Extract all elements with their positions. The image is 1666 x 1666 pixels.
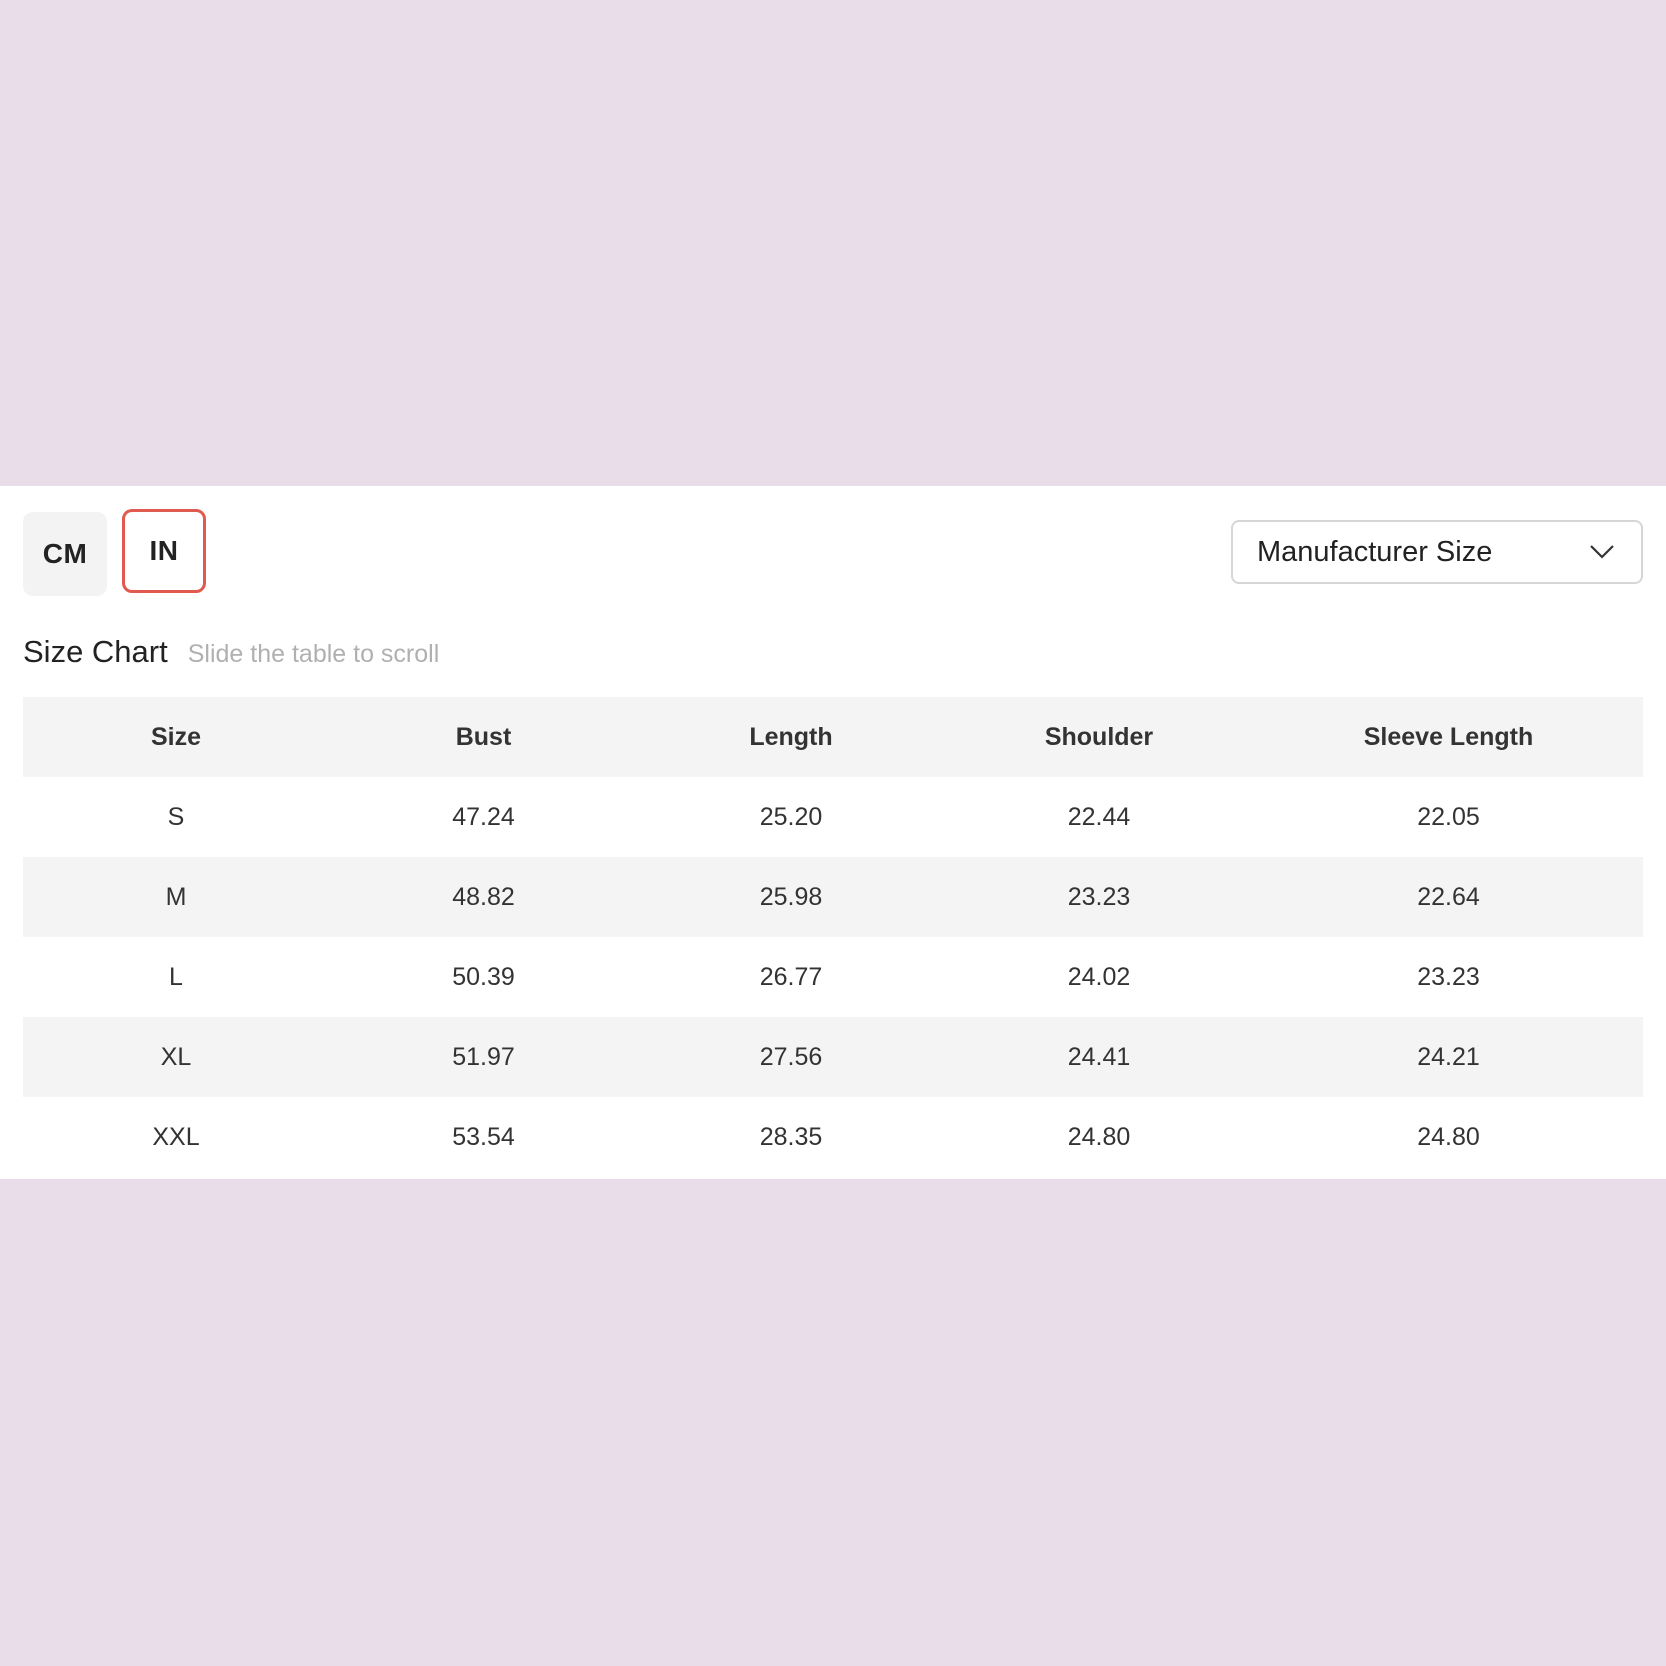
header-length: Length — [638, 697, 944, 777]
size-chart-heading: Size Chart Slide the table to scroll — [23, 634, 439, 670]
scroll-hint: Slide the table to scroll — [187, 640, 440, 668]
table-cell: 51.97 — [329, 1017, 638, 1097]
size-chart-table: Size Bust Length Shoulder Sleeve Length … — [23, 697, 1643, 1177]
table-row: S 47.24 25.20 22.44 22.05 — [23, 777, 1643, 857]
table-cell: 25.20 — [759, 802, 823, 831]
table-cell: 23.23 — [1417, 962, 1480, 991]
table-cell: 23.23 — [944, 857, 1254, 937]
table-cell: 22.44 — [1067, 802, 1131, 831]
table-cell: 24.02 — [1067, 962, 1131, 991]
table-header-row: Size Bust Length Shoulder Sleeve Length — [23, 697, 1643, 777]
table-cell: 25.98 — [638, 857, 944, 937]
header-sleeve-length: Sleeve Length — [1254, 697, 1643, 777]
header-size: Size — [23, 697, 329, 777]
table-cell: 28.35 — [759, 1122, 823, 1151]
table-cell: 24.21 — [1254, 1017, 1643, 1097]
table-cell: XL — [23, 1017, 329, 1097]
table-cell: S — [167, 802, 185, 831]
table-cell: 26.77 — [759, 962, 823, 991]
table-cell: 50.39 — [452, 962, 515, 991]
unit-in-button[interactable]: IN — [122, 509, 206, 593]
table-cell: 48.82 — [329, 857, 638, 937]
table-row: XXL 53.54 28.35 24.80 24.80 — [23, 1097, 1643, 1177]
table-cell: 24.80 — [1067, 1122, 1131, 1151]
size-type-select-value: Manufacturer Size — [1257, 535, 1493, 568]
chevron-down-icon — [1590, 545, 1614, 559]
table-cell: 22.64 — [1254, 857, 1643, 937]
table-row: L 50.39 26.77 24.02 23.23 — [23, 937, 1643, 1017]
size-type-select[interactable]: Manufacturer Size — [1231, 520, 1643, 584]
table-cell: 24.80 — [1417, 1122, 1480, 1151]
size-chart-panel: CM IN Manufacturer Size Size Chart Slide… — [0, 486, 1666, 1179]
table-cell: 47.24 — [452, 802, 515, 831]
table-cell: 24.41 — [944, 1017, 1254, 1097]
table-cell: M — [23, 857, 329, 937]
size-chart-title: Size Chart — [23, 634, 168, 669]
table-cell: 53.54 — [452, 1122, 515, 1151]
header-bust: Bust — [329, 697, 638, 777]
header-shoulder: Shoulder — [944, 697, 1254, 777]
table-cell: XXL — [152, 1122, 200, 1151]
table-row: XL 51.97 27.56 24.41 24.21 — [23, 1017, 1643, 1097]
unit-cm-button[interactable]: CM — [23, 512, 107, 596]
table-cell: L — [169, 962, 183, 991]
table-cell: 27.56 — [638, 1017, 944, 1097]
table-cell: 22.05 — [1417, 802, 1480, 831]
table-row: M 48.82 25.98 23.23 22.64 — [23, 857, 1643, 937]
